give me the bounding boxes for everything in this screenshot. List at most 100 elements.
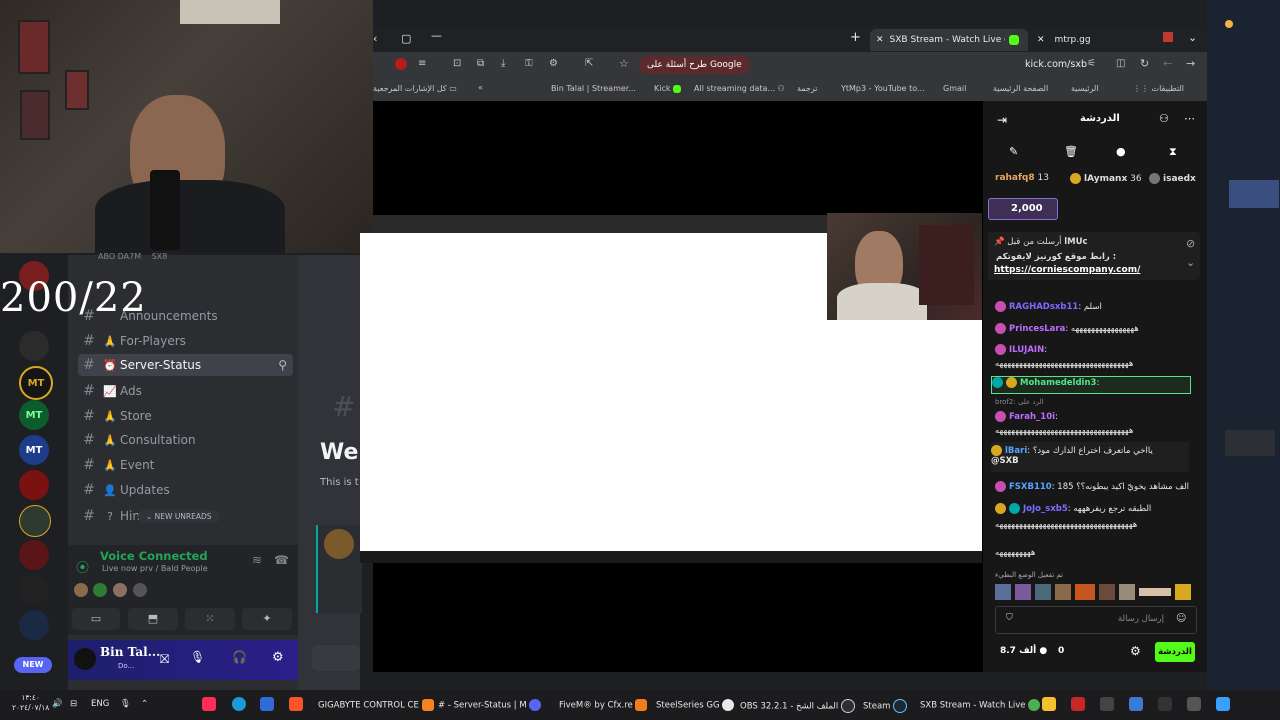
profile-icon[interactable] [395,58,407,70]
channel-updates[interactable]: # 👤 Updates [78,479,293,501]
tab-mtrp[interactable]: ✕ mtrp.gg [1031,29,1151,51]
top-user[interactable]: isaedx [1149,173,1196,184]
top-user[interactable]: lAymanx 36 [1070,173,1142,184]
emote[interactable] [995,584,1011,600]
back-icon[interactable]: → [1186,57,1195,70]
hourglass-icon[interactable]: ⧗ [1169,145,1177,159]
extensions-icon[interactable]: ⚙ [549,58,558,69]
app-icon[interactable] [1071,697,1085,711]
emote[interactable] [1015,584,1031,600]
activities-button[interactable]: ⁙ [185,608,235,630]
new-tab-icon[interactable]: + [850,30,861,45]
camera-off-icon[interactable]: ⛝ [160,652,169,667]
server-icon[interactable] [19,470,49,500]
mention[interactable]: @SXB [991,456,1019,466]
emote[interactable] [1055,584,1071,600]
taskbar-app-obs[interactable]: OBS 32.2.1 - الملف الشخ [740,699,855,713]
send-chat-button[interactable]: الدردشة [1155,642,1195,662]
task-view-icon[interactable] [1187,697,1201,711]
brave-icon[interactable] [289,697,303,711]
taskbar-app-discord[interactable]: # - Server-Status | M [438,699,542,711]
start-icon[interactable] [1216,697,1230,711]
emote[interactable] [1075,584,1095,600]
bookmark-kick[interactable]: Kick [654,84,682,93]
username[interactable]: JoJo_sxb5 [1023,504,1068,514]
app-icon[interactable] [1158,697,1172,711]
chat-bubble-icon[interactable]: ● [1116,145,1126,158]
taskbar-app-chrome[interactable]: SXB Stream - Watch Live [920,699,1041,711]
avatar[interactable] [113,583,127,597]
bookmark-gmail[interactable]: Gmail [943,84,966,93]
username[interactable]: PrincesLara [1009,324,1065,334]
close-icon[interactable]: ✕ [876,35,884,45]
channel-for-players[interactable]: # 🙏 For-Players [78,330,293,352]
pinned-link[interactable]: https://corniescompany.com/ [994,265,1140,275]
avatar[interactable] [74,648,96,670]
site-info-icon[interactable]: ⚟ [1087,58,1096,69]
pinned-message[interactable]: 📌 أرسلت من قبل lMUc رابط موقع كورنيز لاي… [988,232,1200,280]
users-icon[interactable]: ⚇ [1159,112,1169,125]
add-member-icon[interactable]: ⚲ [278,358,287,372]
restore-icon[interactable]: ▢ [401,32,411,45]
split-view-icon[interactable]: ◫ [1116,58,1125,69]
channel-event[interactable]: # 🙏 Event [78,454,293,476]
taskbar-app-steam[interactable]: Steam [863,699,908,713]
taskbar-app-gigabyte[interactable]: GIGABYTE CONTROL CE [318,699,434,711]
share-icon[interactable]: ⇱ [585,58,593,69]
username[interactable]: ILUJAIN [1009,345,1044,355]
emote[interactable] [1119,584,1135,600]
unpin-icon[interactable]: ⊘ [1186,237,1195,250]
emoji-icon[interactable]: ☺ [1176,613,1186,624]
disconnect-icon[interactable]: ☎ [274,553,289,567]
trash-icon[interactable]: 🗑 [1064,145,1078,158]
bookmark-star-icon[interactable]: ☆ [619,57,629,70]
extension-icon[interactable] [1163,32,1173,42]
settings-icon[interactable]: ⚙ [272,650,284,665]
server-icon[interactable] [19,610,49,640]
new-unreads-pill[interactable]: ⌄ NEW UNREADS [138,510,220,523]
bookmark-all[interactable]: كل الإشارات المرجعية ▭ [373,84,457,93]
chat-input[interactable]: ⛉ إرسال رسالة ☺ [995,606,1197,634]
sidebar-icon[interactable]: ≡ [418,58,426,69]
avatar[interactable] [74,583,88,597]
server-icon[interactable] [19,505,51,537]
pin-icon[interactable]: ✎ [1009,145,1018,158]
avatar[interactable] [133,583,147,597]
voice-channel-label[interactable]: Live now prv / Bald People [102,564,208,573]
url-text[interactable]: kick.com/sxb [1025,59,1087,70]
server-icon-mt[interactable]: MT [19,400,49,430]
top-user[interactable]: rahafq8 13 [995,173,1049,183]
shield-icon[interactable]: ⛉ [1006,613,1013,623]
bookmark-bin-talal[interactable]: Bin Talal | Streamer... [551,84,636,93]
avatar[interactable] [93,583,107,597]
channel-store[interactable]: # 🙏 Store [78,405,293,427]
server-icon-mt[interactable]: MT [19,435,49,465]
key-icon[interactable]: ⚿ [525,58,533,69]
close-icon[interactable]: ✕ [1037,35,1045,45]
minimize-icon[interactable]: — [431,29,442,42]
emote[interactable] [1035,584,1051,600]
soundboard-button[interactable]: ✦ [242,608,292,630]
username[interactable]: Mohamedeldin3 [1020,378,1096,388]
emote[interactable] [1139,588,1171,596]
file-explorer-icon[interactable] [1042,697,1056,711]
bookmark-apps[interactable]: ⋮⋮ التطبيقات [1133,84,1184,93]
chat-settings-icon[interactable]: ⚙ [1130,644,1141,658]
translate-icon[interactable]: ⧉ [477,58,484,69]
edge-icon[interactable] [232,697,246,711]
bookmark-translate[interactable]: ترجمة [797,84,818,93]
collapse-chat-icon[interactable]: ⇥ [997,113,1007,127]
camera-button[interactable]: ▭ [72,608,120,630]
user-name[interactable]: Bin Tal... [100,645,160,659]
server-icon[interactable] [19,331,49,361]
download-icon[interactable]: ⤓ [501,58,505,69]
app-icon[interactable] [202,697,216,711]
tab-kick[interactable]: ✕ SXB Stream - Watch Live on [870,29,1028,51]
bookmark-home-page[interactable]: الصفحة الرئيسية [993,84,1048,93]
extension-icon[interactable]: ⊡ [453,58,461,69]
clock[interactable]: ١٣:٤٠ ٢٠٢٤/٠٧/١٨ [12,693,49,713]
username[interactable]: FSXB110 [1009,482,1052,492]
more-icon[interactable]: ⋯ [1184,112,1195,125]
channel-consultation[interactable]: # 🙏 Consultation [78,429,293,451]
voice-connected-label[interactable]: Voice Connected [100,549,208,563]
